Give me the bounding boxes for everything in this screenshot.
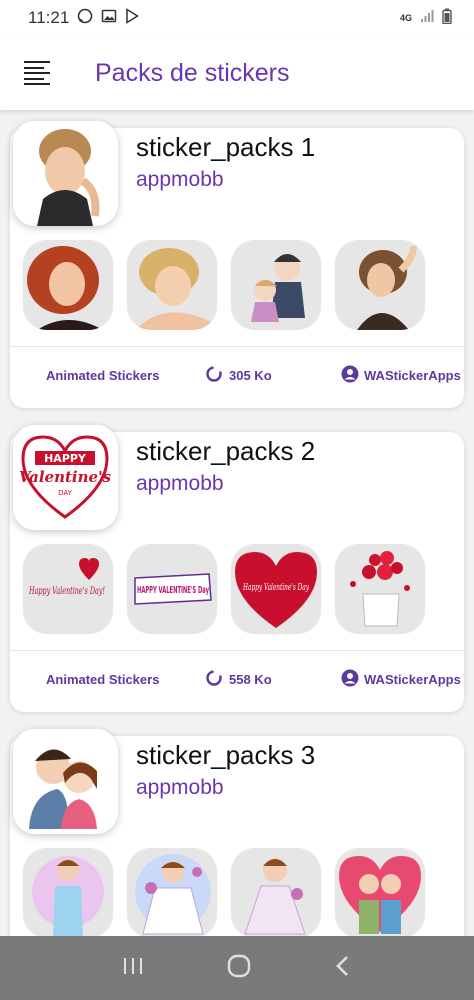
pack-author: appmobb bbox=[136, 776, 224, 799]
refresh-icon bbox=[205, 365, 223, 386]
sticker-text: HAPPY VALENTINE'S Day bbox=[137, 585, 209, 596]
sticker-pack-card[interactable]: HAPPY Valentine's DAY sticker_packs 2 ap… bbox=[10, 425, 464, 712]
pack-author: appmobb bbox=[136, 168, 224, 191]
sticker-pack-list[interactable]: sticker_packs 1 appmobb Animated Sticker… bbox=[0, 110, 474, 936]
account-icon bbox=[341, 669, 359, 690]
menu-icon[interactable] bbox=[24, 60, 50, 86]
back-icon[interactable] bbox=[333, 954, 353, 983]
app-bar: Packs de stickers bbox=[0, 36, 474, 110]
sticker-text: Happy Valentine's Day! bbox=[28, 586, 105, 597]
refresh-icon bbox=[205, 669, 223, 690]
pack-footer: Animated Stickers 305 Ko WAStickerApps bbox=[10, 347, 464, 403]
play-store-icon bbox=[125, 7, 140, 29]
pack-type-label: Animated Stickers bbox=[46, 671, 160, 687]
pack-type-label: Animated Stickers bbox=[46, 367, 160, 383]
sticker-pack-card[interactable]: sticker_packs 3 appmobb bbox=[10, 729, 464, 936]
sticker-preview-row bbox=[23, 240, 425, 330]
battery-icon bbox=[442, 8, 452, 29]
sticker-pack-card[interactable]: sticker_packs 1 appmobb Animated Sticker… bbox=[10, 121, 464, 408]
home-icon[interactable] bbox=[226, 953, 252, 984]
signal-icon bbox=[420, 8, 434, 28]
whatsapp-icon bbox=[77, 8, 93, 29]
pack-cover-image bbox=[13, 121, 118, 226]
image-icon bbox=[101, 8, 117, 29]
sticker-preview-row bbox=[23, 848, 425, 936]
pack-name: sticker_packs 3 bbox=[136, 740, 316, 770]
pack-size-value: 558 Ko bbox=[229, 671, 272, 687]
pack-cover-image bbox=[13, 729, 118, 834]
sticker-thumbnail[interactable]: Happy Valentine's Day bbox=[231, 544, 321, 634]
account-icon bbox=[341, 365, 359, 386]
sticker-thumbnail[interactable] bbox=[127, 848, 217, 936]
pack-footer: Animated Stickers 558 Ko WAStickerApps bbox=[10, 651, 464, 707]
pack-name: sticker_packs 2 bbox=[136, 436, 316, 466]
sticker-thumbnail[interactable] bbox=[127, 240, 217, 330]
sticker-thumbnail[interactable]: Happy Valentine's Day! bbox=[23, 544, 113, 634]
pack-size: 305 Ko bbox=[205, 365, 272, 386]
system-navigation-bar bbox=[0, 936, 474, 1000]
sticker-thumbnail[interactable] bbox=[23, 240, 113, 330]
pack-cover-image: HAPPY Valentine's DAY bbox=[13, 425, 118, 530]
pack-size: 558 Ko bbox=[205, 669, 272, 690]
pack-author: appmobb bbox=[136, 472, 224, 495]
status-bar: 11:21 4G bbox=[0, 0, 474, 36]
sticker-thumbnail[interactable] bbox=[335, 240, 425, 330]
cover-text-happy: HAPPY bbox=[44, 452, 87, 465]
sticker-thumbnail[interactable] bbox=[231, 240, 321, 330]
sticker-thumbnail[interactable] bbox=[335, 848, 425, 936]
network-label: 4G bbox=[399, 13, 412, 23]
pack-name: sticker_packs 1 bbox=[136, 132, 316, 162]
sticker-thumbnail[interactable]: HAPPY VALENTINE'S Day bbox=[127, 544, 217, 634]
sticker-thumbnail[interactable] bbox=[231, 848, 321, 936]
pack-publisher: WAStickerApps bbox=[341, 669, 461, 690]
recent-apps-icon[interactable] bbox=[121, 954, 145, 983]
cover-text-valentines: Valentine's bbox=[19, 468, 112, 486]
sticker-thumbnail[interactable] bbox=[23, 848, 113, 936]
cover-text-day: DAY bbox=[58, 489, 73, 497]
sticker-thumbnail[interactable] bbox=[335, 544, 425, 634]
pack-size-value: 305 Ko bbox=[229, 367, 272, 383]
sticker-text: Happy Valentine's Day bbox=[242, 583, 309, 593]
pack-publisher-label: WAStickerApps bbox=[364, 367, 461, 383]
page-title: Packs de stickers bbox=[95, 58, 290, 87]
pack-publisher-label: WAStickerApps bbox=[364, 671, 461, 687]
sticker-preview-row: Happy Valentine's Day! HAPPY VALENTINE'S… bbox=[23, 544, 425, 634]
status-time: 11:21 bbox=[28, 8, 70, 27]
pack-publisher: WAStickerApps bbox=[341, 365, 461, 386]
